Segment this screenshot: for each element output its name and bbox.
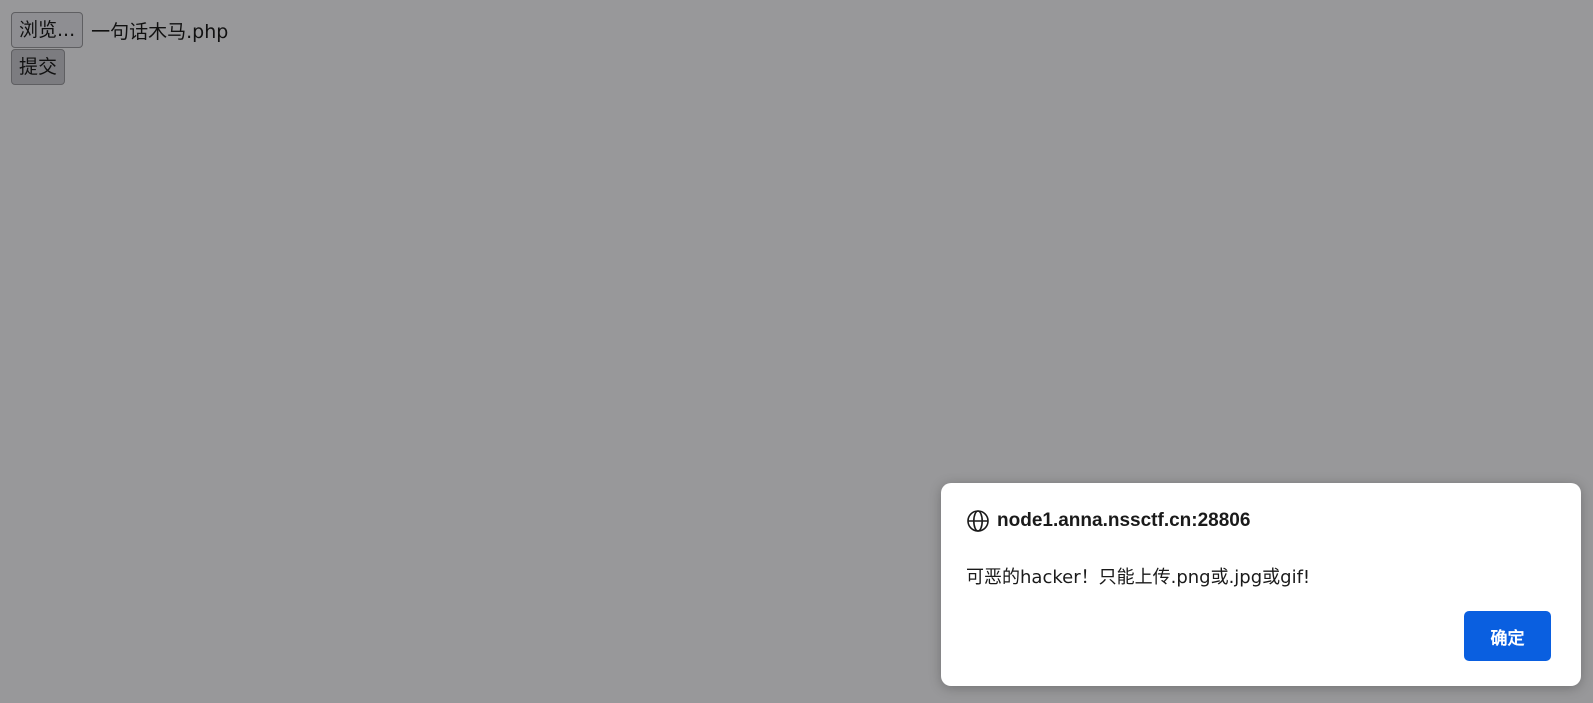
upload-form: 浏览... 一句话木马.php 提交 <box>11 12 228 85</box>
alert-dialog: node1.anna.nssctf.cn:28806 可恶的hacker！只能上… <box>941 483 1581 686</box>
dialog-message: 可恶的hacker！只能上传.png或.jpg或gif! <box>966 567 1311 588</box>
globe-icon <box>966 509 990 533</box>
submit-row: 提交 <box>11 49 228 85</box>
browse-button[interactable]: 浏览... <box>11 12 84 48</box>
file-input-row: 浏览... 一句话木马.php <box>11 12 228 48</box>
ok-button[interactable]: 确定 <box>1464 611 1551 661</box>
selected-file-name: 一句话木马.php <box>91 20 229 43</box>
dialog-header: node1.anna.nssctf.cn:28806 <box>966 509 1250 533</box>
submit-button[interactable]: 提交 <box>11 49 66 85</box>
dialog-origin: node1.anna.nssctf.cn:28806 <box>997 510 1251 531</box>
